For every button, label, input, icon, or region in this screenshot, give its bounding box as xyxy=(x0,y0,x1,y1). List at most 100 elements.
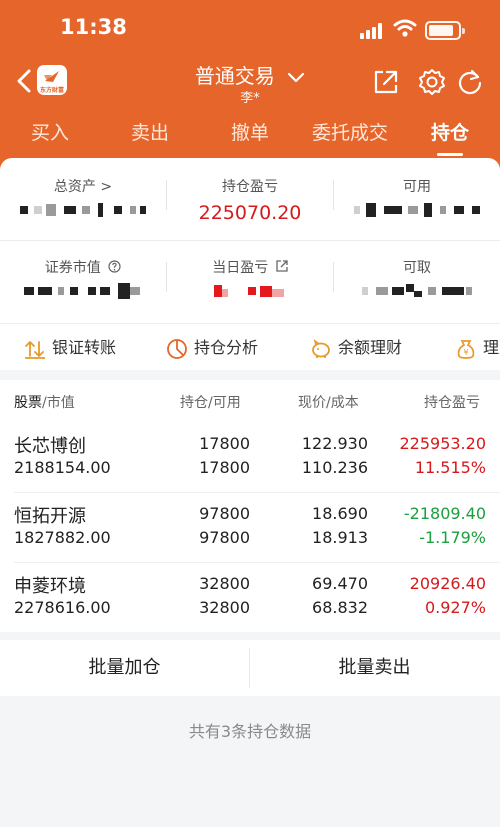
market-value-masked xyxy=(0,283,166,303)
page-title: 普通交易 xyxy=(194,64,275,88)
finance-button[interactable]: ¥ 理财 xyxy=(455,334,500,360)
market-value: 2278616.00 xyxy=(14,598,111,617)
bank-transfer-button[interactable]: 银证转账 xyxy=(24,334,116,360)
position-analysis-label: 持仓分析 xyxy=(194,338,259,357)
stock-name: 长芯博创 xyxy=(14,436,86,457)
header-stock-market: 股票/市值 xyxy=(14,392,75,412)
withdrawable-value-masked xyxy=(334,283,500,303)
help-icon[interactable] xyxy=(108,260,121,273)
refresh-icon[interactable] xyxy=(456,68,484,96)
market-value: 1827882.00 xyxy=(14,528,111,547)
finance-label: 理财 xyxy=(483,338,500,357)
tab-positions-label: 持仓 xyxy=(430,122,469,144)
today-pl-label-wrap: 当日盈亏 xyxy=(167,257,333,277)
avail-qty: 17800 xyxy=(199,458,250,477)
svg-text:¥: ¥ xyxy=(463,348,468,357)
total-assets[interactable]: 总资产 > xyxy=(0,176,166,222)
table-row[interactable]: 申菱环境 2278616.00 32800 32800 69.470 68.83… xyxy=(0,562,500,632)
market-value: 2188154.00 xyxy=(14,458,111,477)
positions-list: 股票/市值 持仓/可用 现价/成本 持仓盈亏 长芯博创 2188154.00 1… xyxy=(0,380,500,632)
batch-add-button[interactable]: 批量加仓 xyxy=(0,640,249,696)
tab-cancel[interactable]: 撤单 xyxy=(220,118,280,158)
batch-sell-button[interactable]: 批量卖出 xyxy=(250,640,499,696)
position-pl-pct: 11.515% xyxy=(414,458,486,477)
market-value-label-wrap: 证券市值 xyxy=(0,257,166,277)
tab-cancel-label: 撤单 xyxy=(230,122,269,144)
positions-count-footer: 共有3条持仓数据 xyxy=(188,722,312,741)
signal-icon xyxy=(360,23,386,39)
logo-text: 东方财富 xyxy=(39,87,64,94)
available: 可用 xyxy=(334,176,500,222)
status-time: 11:38 xyxy=(60,15,127,39)
trade-type-selector[interactable]: 普通交易 xyxy=(150,60,350,89)
header-hold-avail: 持仓/可用 xyxy=(180,392,241,412)
current-price: 69.470 xyxy=(312,574,368,593)
market-value-label: 证券市值 xyxy=(44,260,101,276)
external-link-icon[interactable] xyxy=(276,260,288,272)
batch-actions: 批量加仓 批量卖出 xyxy=(0,640,500,696)
piggy-bank-icon xyxy=(312,338,330,358)
hold-qty: 97800 xyxy=(199,504,250,523)
header-cost: 成本 xyxy=(330,395,359,411)
today-pl: 当日盈亏 xyxy=(167,257,333,303)
header-avail: 可用 xyxy=(212,395,241,411)
header-price: 现价 xyxy=(298,395,326,411)
position-analysis-button[interactable]: 持仓分析 xyxy=(166,334,258,360)
money-bag-icon: ¥ xyxy=(457,339,475,359)
stock-name: 恒拓开源 xyxy=(14,506,86,527)
withdrawable-label: 可取 xyxy=(403,260,431,276)
transfer-icon xyxy=(25,340,45,359)
avail-qty: 97800 xyxy=(199,528,250,547)
market-value: 证券市值 xyxy=(0,257,166,303)
status-bar: 11:38 xyxy=(0,0,500,56)
withdrawable: 可取 xyxy=(334,257,500,303)
header-price-cost: 现价/成本 xyxy=(298,392,359,412)
app-logo: 东方财富 xyxy=(37,65,67,95)
wifi-icon xyxy=(393,19,417,37)
tab-sell[interactable]: 卖出 xyxy=(120,118,180,158)
total-assets-label: 总资产 > xyxy=(53,179,113,195)
total-assets-value-masked xyxy=(0,202,166,222)
active-tab-indicator xyxy=(437,153,463,156)
table-row[interactable]: 恒拓开源 1827882.00 97800 97800 18.690 18.91… xyxy=(0,492,500,562)
hold-qty: 17800 xyxy=(199,434,250,453)
bank-transfer-label: 银证转账 xyxy=(52,338,117,357)
tab-positions[interactable]: 持仓 xyxy=(420,118,480,158)
account-name: 李* xyxy=(240,91,260,106)
available-value-masked xyxy=(334,202,500,222)
cost-price: 110.236 xyxy=(301,458,368,477)
pie-chart-icon xyxy=(167,338,187,359)
position-pl: 持仓盈亏 225070.20 xyxy=(167,176,333,224)
header-hold: 持仓 xyxy=(180,395,208,411)
current-price: 18.690 xyxy=(312,504,368,523)
position-pl: -21809.40 xyxy=(403,504,486,523)
header-stock: 股票 xyxy=(14,395,42,411)
position-pl-label: 持仓盈亏 xyxy=(222,179,278,195)
position-pl-pct: 0.927% xyxy=(424,598,486,617)
balance-finance-label: 余额理财 xyxy=(338,338,403,357)
asset-summary-card: 总资产 > 持仓盈亏 225070.20 可用 证券市值 当日盈亏 可取 xyxy=(0,158,500,323)
cost-price: 18.913 xyxy=(312,528,368,547)
gear-icon[interactable] xyxy=(418,68,446,96)
today-pl-label: 当日盈亏 xyxy=(212,260,269,276)
tab-sell-label: 卖出 xyxy=(130,122,169,144)
tab-buy[interactable]: 买入 xyxy=(20,118,80,158)
position-pl-value: 225070.20 xyxy=(198,202,302,224)
balance-finance-button[interactable]: 余额理财 xyxy=(310,334,402,360)
back-icon[interactable] xyxy=(14,68,36,94)
stock-name: 申菱环境 xyxy=(14,576,86,597)
table-row[interactable]: 长芯博创 2188154.00 17800 17800 122.930 110.… xyxy=(0,422,500,492)
row-divider xyxy=(0,240,500,241)
position-pl: 20926.40 xyxy=(409,574,486,593)
chevron-down-icon xyxy=(288,72,305,82)
trade-tabs: 买入 卖出 撤单 委托成交 持仓 xyxy=(0,118,500,158)
tab-buy-label: 买入 xyxy=(30,122,69,144)
tab-orders[interactable]: 委托成交 xyxy=(305,118,395,158)
share-icon[interactable] xyxy=(372,68,400,96)
quick-actions-bar: 银证转账 持仓分析 余额理财 ¥ 理财 xyxy=(0,323,500,370)
header-pl: 持仓盈亏 xyxy=(424,395,480,411)
position-pl-pct: -1.179% xyxy=(419,528,486,547)
available-label: 可用 xyxy=(403,179,431,195)
hold-qty: 32800 xyxy=(199,574,250,593)
header-market: 市值 xyxy=(46,395,75,411)
